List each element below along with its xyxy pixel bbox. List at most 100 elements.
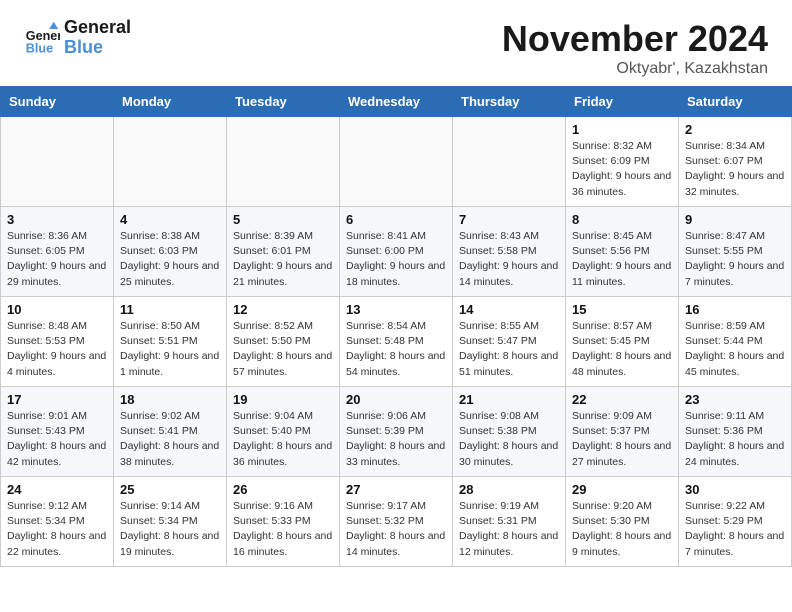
day-number: 14 [459, 302, 559, 317]
day-number: 4 [120, 212, 220, 227]
calendar-cell: 12 Sunrise: 8:52 AM Sunset: 5:50 PM Dayli… [227, 297, 340, 387]
day-info: Sunrise: 8:39 AM Sunset: 6:01 PM Dayligh… [233, 229, 333, 290]
day-number: 10 [7, 302, 107, 317]
day-number: 26 [233, 482, 333, 497]
calendar-cell [114, 117, 227, 207]
day-number: 27 [346, 482, 446, 497]
day-number: 7 [459, 212, 559, 227]
day-info: Sunrise: 8:52 AM Sunset: 5:50 PM Dayligh… [233, 319, 333, 380]
day-number: 9 [685, 212, 785, 227]
calendar-cell: 7 Sunrise: 8:43 AM Sunset: 5:58 PM Daylig… [453, 207, 566, 297]
day-info: Sunrise: 8:43 AM Sunset: 5:58 PM Dayligh… [459, 229, 559, 290]
calendar-cell: 16 Sunrise: 8:59 AM Sunset: 5:44 PM Dayli… [679, 297, 792, 387]
calendar-cell: 17 Sunrise: 9:01 AM Sunset: 5:43 PM Dayli… [1, 387, 114, 477]
day-info: Sunrise: 9:19 AM Sunset: 5:31 PM Dayligh… [459, 499, 559, 560]
day-info: Sunrise: 8:57 AM Sunset: 5:45 PM Dayligh… [572, 319, 672, 380]
day-info: Sunrise: 9:02 AM Sunset: 5:41 PM Dayligh… [120, 409, 220, 470]
day-info: Sunrise: 9:06 AM Sunset: 5:39 PM Dayligh… [346, 409, 446, 470]
day-info: Sunrise: 8:32 AM Sunset: 6:09 PM Dayligh… [572, 139, 672, 200]
calendar-cell: 20 Sunrise: 9:06 AM Sunset: 5:39 PM Dayli… [340, 387, 453, 477]
location: Oktyabr', Kazakhstan [502, 60, 768, 78]
calendar-cell [1, 117, 114, 207]
day-number: 6 [346, 212, 446, 227]
calendar-cell: 29Sunrise: 9:20 AM Sunset: 5:30 PM Dayli… [566, 477, 679, 567]
day-number: 24 [7, 482, 107, 497]
calendar-cell: 6 Sunrise: 8:41 AM Sunset: 6:00 PM Daylig… [340, 207, 453, 297]
day-info: Sunrise: 8:50 AM Sunset: 5:51 PM Dayligh… [120, 319, 220, 380]
day-info: Sunrise: 8:59 AM Sunset: 5:44 PM Dayligh… [685, 319, 785, 380]
calendar-cell [340, 117, 453, 207]
day-info: Sunrise: 9:22 AM Sunset: 5:29 PM Dayligh… [685, 499, 785, 560]
logo-icon: General Blue [24, 20, 60, 56]
logo-blue: Blue [64, 38, 131, 58]
weekday-header: Thursday [453, 87, 566, 117]
day-number: 2 [685, 122, 785, 137]
calendar-cell: 23 Sunrise: 9:11 AM Sunset: 5:36 PM Dayli… [679, 387, 792, 477]
day-number: 3 [7, 212, 107, 227]
day-number: 11 [120, 302, 220, 317]
weekday-header: Tuesday [227, 87, 340, 117]
calendar-cell: 15 Sunrise: 8:57 AM Sunset: 5:45 PM Dayli… [566, 297, 679, 387]
calendar-cell [227, 117, 340, 207]
calendar-cell: 13 Sunrise: 8:54 AM Sunset: 5:48 PM Dayli… [340, 297, 453, 387]
calendar-cell [453, 117, 566, 207]
weekday-header: Friday [566, 87, 679, 117]
calendar-cell: 27 Sunrise: 9:17 AM Sunset: 5:32 PM Dayli… [340, 477, 453, 567]
day-info: Sunrise: 9:16 AM Sunset: 5:33 PM Dayligh… [233, 499, 333, 560]
calendar-table: SundayMondayTuesdayWednesdayThursdayFrid… [0, 86, 792, 567]
day-number: 30 [685, 482, 785, 497]
day-number: 8 [572, 212, 672, 227]
weekday-header: Wednesday [340, 87, 453, 117]
day-number: 18 [120, 392, 220, 407]
calendar-cell: 1 Sunrise: 8:32 AM Sunset: 6:09 PM Daylig… [566, 117, 679, 207]
day-number: 25 [120, 482, 220, 497]
logo: General Blue General Blue [24, 18, 131, 58]
calendar-cell: 21Sunrise: 9:08 AM Sunset: 5:38 PM Dayli… [453, 387, 566, 477]
calendar-cell: 9 Sunrise: 8:47 AM Sunset: 5:55 PM Daylig… [679, 207, 792, 297]
day-info: Sunrise: 9:12 AM Sunset: 5:34 PM Dayligh… [7, 499, 107, 560]
day-info: Sunrise: 8:47 AM Sunset: 5:55 PM Dayligh… [685, 229, 785, 290]
day-number: 28 [459, 482, 559, 497]
day-number: 23 [685, 392, 785, 407]
calendar-cell: 4Sunrise: 8:38 AM Sunset: 6:03 PM Daylig… [114, 207, 227, 297]
logo-general: General [64, 18, 131, 38]
day-info: Sunrise: 9:01 AM Sunset: 5:43 PM Dayligh… [7, 409, 107, 470]
calendar-cell: 30 Sunrise: 9:22 AM Sunset: 5:29 PM Dayli… [679, 477, 792, 567]
day-number: 12 [233, 302, 333, 317]
day-info: Sunrise: 8:45 AM Sunset: 5:56 PM Dayligh… [572, 229, 672, 290]
calendar-cell: 22Sunrise: 9:09 AM Sunset: 5:37 PM Dayli… [566, 387, 679, 477]
day-number: 19 [233, 392, 333, 407]
day-number: 29 [572, 482, 672, 497]
day-number: 20 [346, 392, 446, 407]
day-info: Sunrise: 8:41 AM Sunset: 6:00 PM Dayligh… [346, 229, 446, 290]
day-info: Sunrise: 8:34 AM Sunset: 6:07 PM Dayligh… [685, 139, 785, 200]
day-number: 16 [685, 302, 785, 317]
day-info: Sunrise: 8:54 AM Sunset: 5:48 PM Dayligh… [346, 319, 446, 380]
weekday-header: Saturday [679, 87, 792, 117]
weekday-header: Sunday [1, 87, 114, 117]
day-info: Sunrise: 9:11 AM Sunset: 5:36 PM Dayligh… [685, 409, 785, 470]
day-info: Sunrise: 8:36 AM Sunset: 6:05 PM Dayligh… [7, 229, 107, 290]
calendar-cell: 14 Sunrise: 8:55 AM Sunset: 5:47 PM Dayli… [453, 297, 566, 387]
calendar-cell: 11 Sunrise: 8:50 AM Sunset: 5:51 PM Dayli… [114, 297, 227, 387]
calendar-cell: 28 Sunrise: 9:19 AM Sunset: 5:31 PM Dayli… [453, 477, 566, 567]
day-number: 22 [572, 392, 672, 407]
day-number: 1 [572, 122, 672, 137]
day-number: 21 [459, 392, 559, 407]
day-info: Sunrise: 9:17 AM Sunset: 5:32 PM Dayligh… [346, 499, 446, 560]
day-number: 5 [233, 212, 333, 227]
weekday-header: Monday [114, 87, 227, 117]
day-number: 17 [7, 392, 107, 407]
day-info: Sunrise: 8:55 AM Sunset: 5:47 PM Dayligh… [459, 319, 559, 380]
calendar-cell: 19Sunrise: 9:04 AM Sunset: 5:40 PM Dayli… [227, 387, 340, 477]
calendar-cell: 5 Sunrise: 8:39 AM Sunset: 6:01 PM Daylig… [227, 207, 340, 297]
calendar-cell: 18 Sunrise: 9:02 AM Sunset: 5:41 PM Dayli… [114, 387, 227, 477]
day-number: 13 [346, 302, 446, 317]
calendar-cell: 2 Sunrise: 8:34 AM Sunset: 6:07 PM Daylig… [679, 117, 792, 207]
month-title: November 2024 [502, 18, 768, 60]
day-info: Sunrise: 8:48 AM Sunset: 5:53 PM Dayligh… [7, 319, 107, 380]
day-info: Sunrise: 9:14 AM Sunset: 5:34 PM Dayligh… [120, 499, 220, 560]
calendar-cell: 8 Sunrise: 8:45 AM Sunset: 5:56 PM Daylig… [566, 207, 679, 297]
day-number: 15 [572, 302, 672, 317]
title-block: November 2024 Oktyabr', Kazakhstan [502, 18, 768, 78]
